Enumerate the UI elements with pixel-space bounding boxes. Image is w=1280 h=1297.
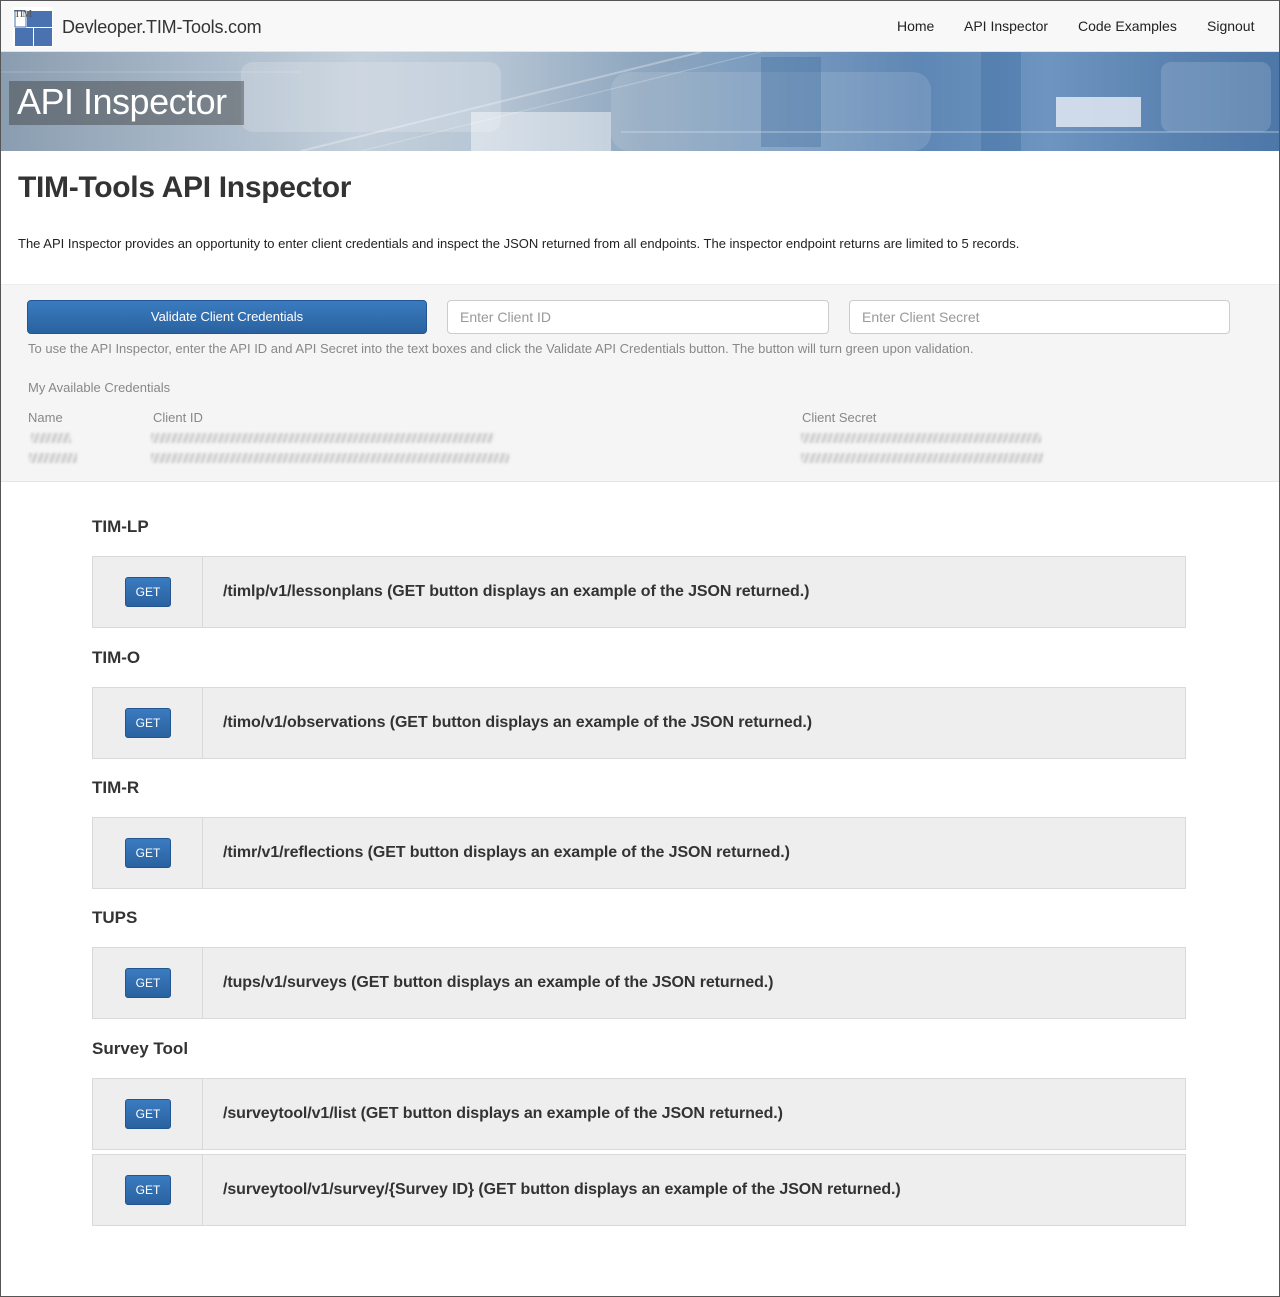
get-button[interactable]: GET [125,838,171,868]
page-title: TIM-Tools API Inspector [18,171,352,204]
intro-description: The API Inspector provides an opportunit… [18,236,1020,251]
redacted-name-2 [29,453,77,463]
get-button[interactable]: GET [125,1099,171,1129]
brand-link[interactable]: Devleoper.TIM-Tools.com [62,17,262,38]
endpoint-row: GET /surveytool/v1/survey/{Survey ID} (G… [92,1154,1186,1226]
endpoint-path: /timo/v1/observations (GET button displa… [223,714,812,731]
page-frame: TIM Devleoper.TIM-Tools.com Home API Ins… [0,0,1280,1297]
nav-code-examples[interactable]: Code Examples [1078,18,1177,34]
get-button[interactable]: GET [125,968,171,998]
row-divider [202,1079,203,1149]
endpoint-row: GET /timlp/v1/lessonplans (GET button di… [92,556,1186,628]
hero-title: API Inspector [17,81,227,122]
endpoint-path: /timlp/v1/lessonplans (GET button displa… [223,583,810,600]
nav-home[interactable]: Home [897,18,934,34]
nav-signout[interactable]: Signout [1207,18,1254,34]
validate-credentials-button[interactable]: Validate Client Credentials [27,300,427,334]
endpoint-path: /timr/v1/reflections (GET button display… [223,844,790,861]
nav-api-inspector[interactable]: API Inspector [964,18,1048,34]
row-divider [202,948,203,1018]
column-header-name: Name [28,410,63,425]
client-secret-input[interactable] [849,300,1230,334]
section-title-timr: TIM-R [92,778,140,797]
column-header-client-id: Client ID [153,410,203,425]
endpoint-row: GET /surveytool/v1/list (GET button disp… [92,1078,1186,1150]
client-id-input[interactable] [447,300,829,334]
endpoint-row: GET /timo/v1/observations (GET button di… [92,687,1186,759]
redacted-client-secret-1 [801,433,1041,443]
credentials-help-text: To use the API Inspector, enter the API … [28,341,974,356]
row-divider [202,1155,203,1225]
available-credentials-label: My Available Credentials [28,380,171,395]
section-title-survey-tool: Survey Tool [92,1039,189,1058]
redacted-client-secret-2 [801,453,1043,463]
navbar: TIM Devleoper.TIM-Tools.com Home API Ins… [1,1,1279,52]
hero-banner: API Inspector [1,52,1279,151]
column-header-client-secret: Client Secret [802,410,877,425]
logo-text: TIM [14,8,32,20]
section-title-timlp: TIM-LP [92,517,149,536]
redacted-client-id-2 [151,453,509,463]
row-divider [202,557,203,627]
tim-logo-icon[interactable]: TIM [13,7,53,47]
get-button[interactable]: GET [125,1175,171,1205]
section-title-tups: TUPS [92,908,138,927]
row-divider [202,818,203,888]
section-title-timo: TIM-O [92,648,141,667]
endpoint-path: /tups/v1/surveys (GET button displays an… [223,974,774,991]
get-button[interactable]: GET [125,708,171,738]
row-divider [202,688,203,758]
endpoint-row: GET /timr/v1/reflections (GET button dis… [92,817,1186,889]
endpoint-path: /surveytool/v1/survey/{Survey ID} (GET b… [223,1181,901,1198]
endpoint-row: GET /tups/v1/surveys (GET button display… [92,947,1186,1019]
endpoint-path: /surveytool/v1/list (GET button displays… [223,1105,783,1122]
redacted-name-1 [31,433,71,443]
redacted-client-id-1 [151,433,493,443]
credentials-panel: Validate Client Credentials To use the A… [1,284,1279,482]
get-button[interactable]: GET [125,577,171,607]
